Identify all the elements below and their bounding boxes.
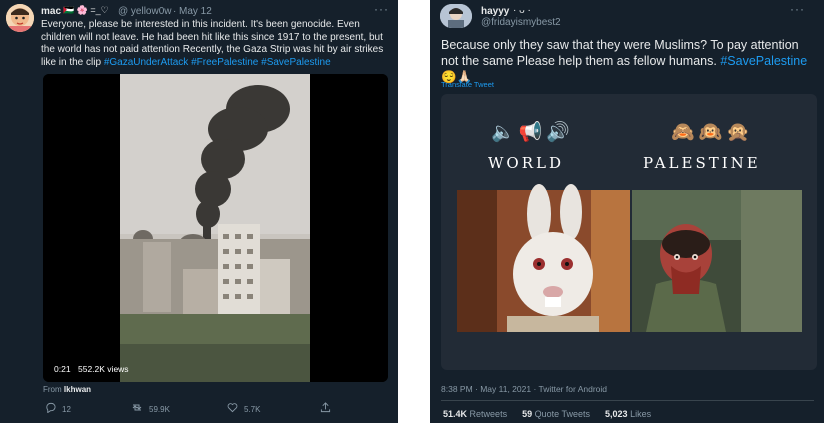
- translate-tweet-link[interactable]: Translate Tweet: [441, 80, 494, 89]
- video-views: 552.2K views: [78, 364, 129, 374]
- video-frame: [43, 74, 388, 382]
- share-icon: [320, 402, 331, 416]
- child-photo: [632, 190, 802, 332]
- monkey-emojis: 🙈🙉🙊: [671, 122, 754, 143]
- name-emojis: 🇵🇸 🌸 =_♡: [63, 5, 109, 15]
- tweet-text: Everyone, please be interested in this i…: [41, 19, 386, 69]
- video-source: From Ikhwan: [43, 385, 91, 394]
- likes-label: Likes: [630, 409, 652, 419]
- tweet-stats: 51.4K Retweets 59 Quote Tweets 5,023 Lik…: [443, 409, 651, 419]
- retweets-label: Retweets: [469, 409, 508, 419]
- hashtag-save-palestine[interactable]: #SavePalestine: [261, 57, 331, 68]
- handle[interactable]: @ yellow0w: [118, 6, 172, 17]
- display-name[interactable]: hayyy: [481, 6, 509, 17]
- video-time: 0:21: [49, 362, 76, 376]
- avatar-photo-icon: [440, 4, 472, 28]
- from-label: From: [43, 385, 62, 394]
- quotes-count: 59: [522, 409, 533, 419]
- like-count: 5.7K: [244, 404, 261, 414]
- avatar[interactable]: [6, 4, 34, 32]
- tweet-image[interactable]: 🔈📢🔊 🙈🙉🙊 WORLD PALESTINE: [441, 94, 817, 370]
- retweet-count: 59.9K: [149, 404, 170, 414]
- avatar-face-icon: [6, 4, 34, 32]
- more-options-icon[interactable]: ···: [790, 2, 805, 16]
- speaker-emojis: 🔈📢🔊: [491, 122, 574, 143]
- hashtag-save-palestine[interactable]: #SavePalestine: [720, 54, 807, 68]
- hashtag-free-palestine[interactable]: #FreePalestine: [191, 57, 258, 68]
- display-name[interactable]: mac: [41, 6, 61, 17]
- separator: ·: [173, 6, 177, 17]
- palestine-label: PALESTINE: [643, 154, 761, 172]
- tweet-text: Because only they saw that they were Mus…: [441, 37, 813, 85]
- reply-button[interactable]: 12: [45, 402, 71, 416]
- handle[interactable]: @fridayismybest2: [481, 17, 561, 28]
- reply-count: 12: [62, 404, 71, 414]
- like-button[interactable]: 5.7K: [227, 402, 260, 416]
- bunny-photo: [457, 184, 630, 332]
- reply-icon: [45, 402, 56, 416]
- retweets-stat[interactable]: 51.4K Retweets: [443, 409, 507, 419]
- world-label: WORLD: [488, 154, 564, 172]
- likes-stat[interactable]: 5,023 Likes: [605, 409, 651, 419]
- right-tweet-panel: hayyy · ᴗ · @fridayismybest2 ··· Because…: [430, 0, 824, 423]
- from-source-link[interactable]: Ikhwan: [64, 385, 91, 394]
- hashtag-gaza[interactable]: #GazaUnderAttack: [104, 57, 189, 68]
- video-player[interactable]: 0:21 552.2K views: [43, 74, 388, 382]
- left-tweet-panel: mac 🇵🇸 🌸 =_♡ @ yellow0w · May 12 ··· Eve…: [0, 0, 398, 423]
- more-options-icon[interactable]: ···: [374, 2, 389, 16]
- heart-icon: [227, 402, 238, 416]
- share-button[interactable]: [320, 402, 331, 416]
- tweet-date[interactable]: May 12: [179, 6, 212, 17]
- avatar[interactable]: [440, 4, 472, 28]
- divider: [441, 400, 814, 401]
- tweet-timestamp[interactable]: 8:38 PM · May 11, 2021 · Twitter for And…: [441, 384, 607, 394]
- likes-count: 5,023: [605, 409, 628, 419]
- retweets-count: 51.4K: [443, 409, 468, 419]
- retweet-icon: [131, 402, 143, 416]
- name-suffix: · ᴗ ·: [513, 5, 531, 16]
- retweet-button[interactable]: 59.9K: [131, 402, 170, 416]
- quotes-stat[interactable]: 59 Quote Tweets: [522, 409, 590, 419]
- quotes-label: Quote Tweets: [534, 409, 590, 419]
